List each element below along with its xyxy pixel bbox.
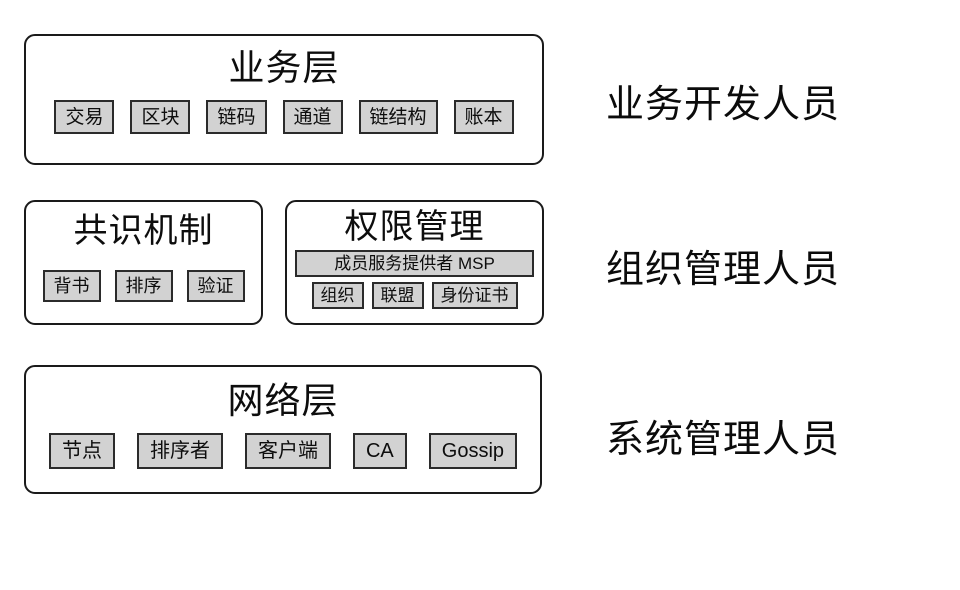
chip-row-msp: 成员服务提供者 MSP bbox=[287, 250, 542, 277]
chip-consensus-1[interactable]: 排序 bbox=[114, 270, 173, 302]
chip-consensus-0[interactable]: 背书 bbox=[42, 270, 101, 302]
role-label-business: 业务开发人员 bbox=[606, 84, 841, 126]
layer-box-permission: 权限管理 成员服务提供者 MSP 组织 联盟 身份证书 bbox=[285, 200, 544, 325]
chip-row-business: 交易 区块 链码 通道 链结构 账本 bbox=[26, 100, 542, 134]
chip-business-1[interactable]: 区块 bbox=[130, 100, 191, 134]
chip-network-1[interactable]: 排序者 bbox=[136, 433, 223, 469]
chip-business-2[interactable]: 链码 bbox=[206, 100, 267, 134]
chip-row-network: 节点 排序者 客户端 CA Gossip bbox=[26, 433, 540, 469]
chip-permission-1[interactable]: 联盟 bbox=[371, 282, 424, 309]
chip-business-5[interactable]: 账本 bbox=[453, 100, 514, 134]
chip-network-3[interactable]: CA bbox=[352, 433, 407, 469]
layer-title-network: 网络层 bbox=[227, 380, 339, 421]
layer-title-permission: 权限管理 bbox=[344, 208, 485, 246]
chip-consensus-2[interactable]: 验证 bbox=[186, 270, 245, 302]
layer-box-consensus: 共识机制 背书 排序 验证 bbox=[24, 200, 263, 325]
chip-business-4[interactable]: 链结构 bbox=[358, 100, 438, 134]
chip-permission-2[interactable]: 身份证书 bbox=[431, 282, 518, 309]
chip-row-permission: 组织 联盟 身份证书 bbox=[287, 282, 542, 309]
chip-business-0[interactable]: 交易 bbox=[54, 100, 115, 134]
layer-title-consensus: 共识机制 bbox=[73, 212, 214, 250]
chip-network-4[interactable]: Gossip bbox=[428, 433, 518, 469]
chip-network-0[interactable]: 节点 bbox=[48, 433, 115, 469]
layer-box-business: 业务层 交易 区块 链码 通道 链结构 账本 bbox=[24, 34, 544, 165]
chip-network-2[interactable]: 客户端 bbox=[244, 433, 331, 469]
layer-box-network: 网络层 节点 排序者 客户端 CA Gossip bbox=[24, 365, 542, 494]
chip-row-consensus: 背书 排序 验证 bbox=[26, 270, 261, 302]
chip-msp[interactable]: 成员服务提供者 MSP bbox=[295, 250, 534, 277]
role-label-system: 系统管理人员 bbox=[606, 419, 841, 461]
chip-permission-0[interactable]: 组织 bbox=[311, 282, 364, 309]
chip-business-3[interactable]: 通道 bbox=[282, 100, 343, 134]
diagram-canvas: 业务层 交易 区块 链码 通道 链结构 账本 业务开发人员 共识机制 背书 排序… bbox=[0, 0, 960, 590]
layer-title-business: 业务层 bbox=[228, 47, 340, 88]
role-label-organization: 组织管理人员 bbox=[606, 249, 841, 291]
